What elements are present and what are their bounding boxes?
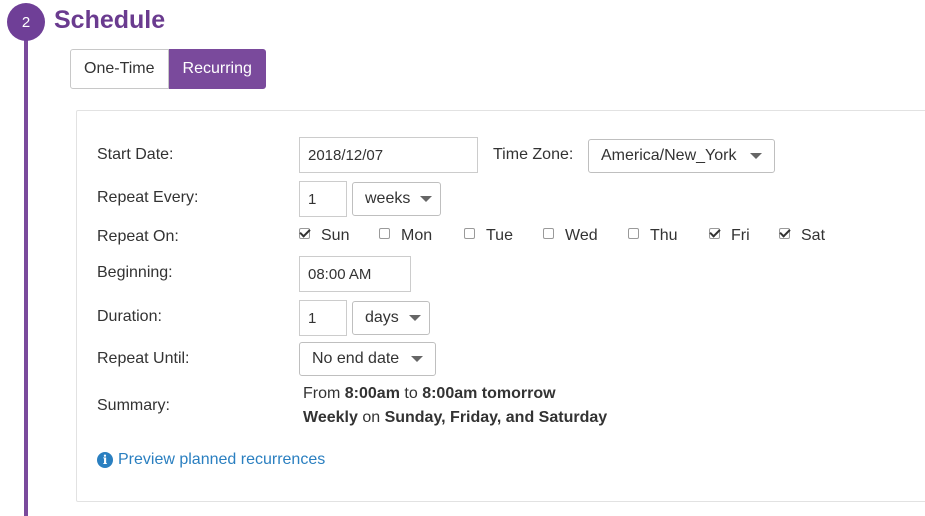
one-time-tab[interactable]: One-Time [70,49,169,89]
day-label: Mon [401,227,433,244]
beginning-time-input[interactable]: 08:00 AM [299,256,411,292]
duration-unit-select[interactable]: days [352,301,430,335]
recurring-settings-panel [76,110,925,502]
checkbox-checked-icon [709,227,720,239]
repeat-until-value: No end date [312,350,400,367]
day-checkbox-tue[interactable]: Tue [464,227,513,245]
info-icon: i [97,452,113,468]
summary-end-time: 8:00am tomorrow [422,385,556,402]
day-checkbox-sun[interactable]: Sun [299,227,349,245]
recurring-tab[interactable]: Recurring [168,49,266,89]
step-number-badge: 2 [7,3,45,41]
repeat-until-label: Repeat Until: [97,350,190,367]
time-zone-select[interactable]: America/New_York [588,139,775,173]
duration-count-input[interactable]: 1 [299,300,347,336]
day-checkbox-mon[interactable]: Mon [379,227,432,245]
preview-recurrences-link[interactable]: i Preview planned recurrences [97,451,325,469]
checkbox-unchecked-icon [543,227,554,239]
preview-link-label: Preview planned recurrences [118,451,326,468]
schedule-mode-toggle: One-Time Recurring [70,49,266,89]
chevron-down-icon [411,356,423,362]
day-label: Tue [486,227,513,244]
summary-days: Sunday, Friday, and Saturday [384,409,608,426]
day-checkbox-fri[interactable]: Fri [709,227,750,245]
chevron-down-icon [408,315,421,321]
beginning-time-value: 08:00 AM [308,265,372,283]
checkbox-checked-icon [779,227,790,239]
duration-unit-value: days [365,309,399,326]
repeat-on-label: Repeat On: [97,228,179,245]
summary-label: Summary: [97,397,170,414]
repeat-until-select[interactable]: No end date [299,342,436,376]
section-title: Schedule [54,6,166,34]
summary-start-time: 8:00am [344,385,400,402]
step-connector-line [24,36,28,516]
summary-line-time: From 8:00am to 8:00am tomorrow [303,385,556,403]
day-label: Wed [565,227,598,244]
chevron-down-icon [750,153,762,159]
day-label: Sun [321,227,350,244]
day-checkbox-wed[interactable]: Wed [543,227,598,245]
checkbox-unchecked-icon [628,227,639,239]
summary-frequency: Weekly [303,409,358,426]
start-date-label: Start Date: [97,146,174,163]
start-date-input[interactable]: 2018/12/07 [299,137,478,173]
checkbox-unchecked-icon [379,227,390,239]
time-zone-value: America/New_York [601,147,737,164]
repeat-every-count-input[interactable]: 1 [299,181,347,217]
duration-label: Duration: [97,308,162,325]
repeat-every-unit-value: weeks [365,190,411,207]
summary-on-word: on [362,409,381,426]
repeat-every-label: Repeat Every: [97,189,199,206]
beginning-label: Beginning: [97,264,173,281]
day-checkbox-thu[interactable]: Thu [628,227,678,245]
checkbox-checked-icon [299,227,310,239]
start-date-value: 2018/12/07 [308,146,384,164]
summary-to-word: to [404,385,418,402]
repeat-every-count-value: 1 [308,190,317,208]
day-label: Fri [731,227,750,244]
day-checkbox-sat[interactable]: Sat [779,227,825,245]
summary-line-days: Weekly on Sunday, Friday, and Saturday [303,409,607,427]
time-zone-label: Time Zone: [493,146,574,163]
repeat-every-unit-select[interactable]: weeks [352,182,441,216]
duration-count-value: 1 [308,309,317,327]
summary-from-word: From [303,385,341,402]
chevron-down-icon [420,196,433,202]
day-label: Sat [801,227,826,244]
checkbox-unchecked-icon [464,227,475,239]
day-label: Thu [650,227,678,244]
